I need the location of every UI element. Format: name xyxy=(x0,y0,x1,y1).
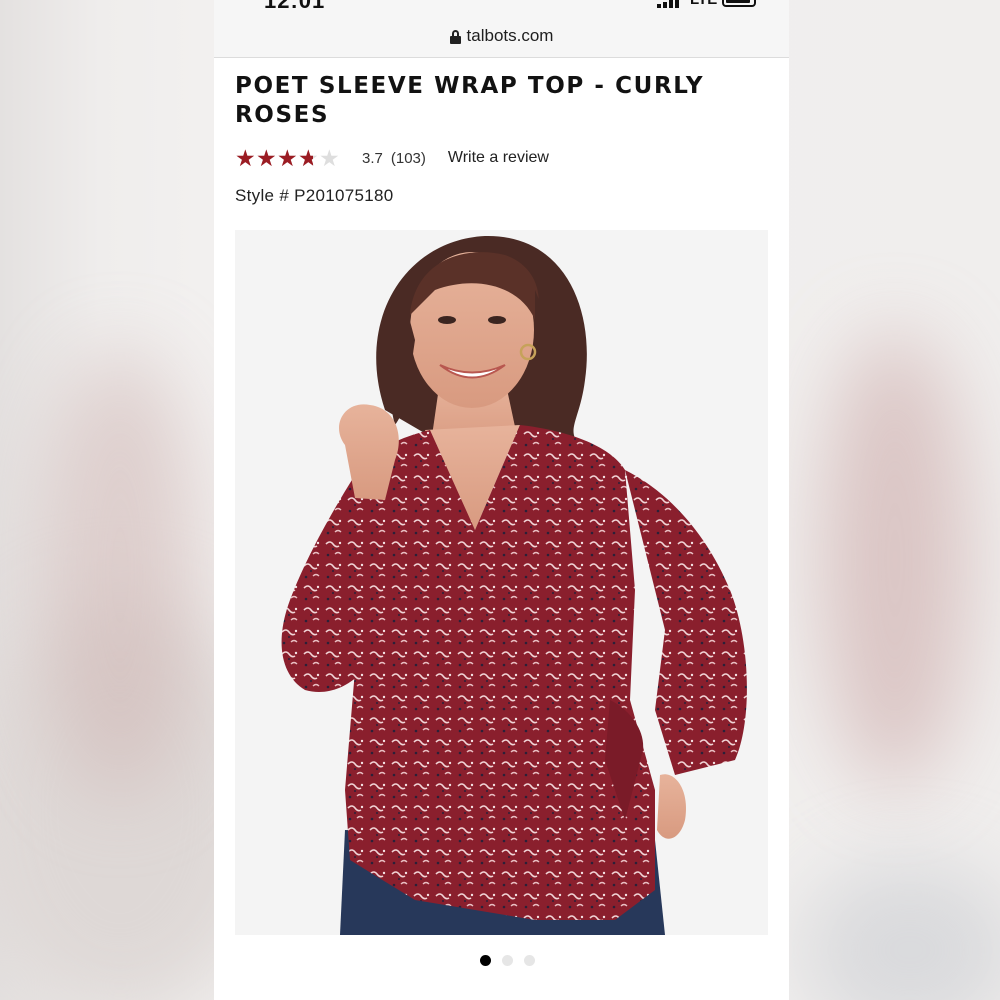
signal-icon xyxy=(657,0,679,8)
star-icon: ★ ★ xyxy=(256,145,277,171)
product-photo xyxy=(235,230,768,935)
carousel-dot[interactable] xyxy=(502,955,513,966)
background-blur xyxy=(820,330,970,790)
rating-row: ★ ★ ★ ★ ★ ★ ★ ★ ★ 3.7 (103) Write a review xyxy=(235,145,549,171)
write-review-link[interactable]: Write a review xyxy=(448,149,549,167)
address-bar[interactable]: talbots.com xyxy=(214,14,789,58)
battery-icon xyxy=(722,0,756,7)
rating-value: 3.7 xyxy=(362,149,383,167)
phone-screen: 12:01 LTE talbots.com POET SLEEVE WRAP T… xyxy=(214,0,789,1000)
style-number-line: Style # P201075180 xyxy=(235,186,394,206)
lock-icon xyxy=(449,29,461,44)
star-icon: ★ ★ xyxy=(235,145,256,171)
status-time: 12:01 xyxy=(264,0,326,13)
star-icon: ★ ★ xyxy=(277,145,298,171)
review-count[interactable]: (103) xyxy=(391,150,426,167)
carousel-dot[interactable] xyxy=(524,955,535,966)
style-label: Style # xyxy=(235,186,290,205)
status-bar: 12:01 LTE xyxy=(214,0,789,14)
network-type: LTE xyxy=(690,0,717,8)
background-blur xyxy=(40,350,200,800)
product-title: POET SLEEVE WRAP TOP - CURLY ROSES xyxy=(235,73,705,128)
star-rating[interactable]: ★ ★ ★ ★ ★ ★ ★ ★ ★ xyxy=(235,145,340,171)
star-icon: ★ xyxy=(319,145,340,171)
product-image[interactable] xyxy=(235,230,768,935)
url-text[interactable]: talbots.com xyxy=(467,26,554,46)
star-icon: ★ ★ xyxy=(298,145,319,171)
carousel-dot[interactable] xyxy=(480,955,491,966)
carousel-dots xyxy=(480,955,535,966)
background-blur xyxy=(800,860,1000,1000)
style-number: P201075180 xyxy=(294,186,394,205)
